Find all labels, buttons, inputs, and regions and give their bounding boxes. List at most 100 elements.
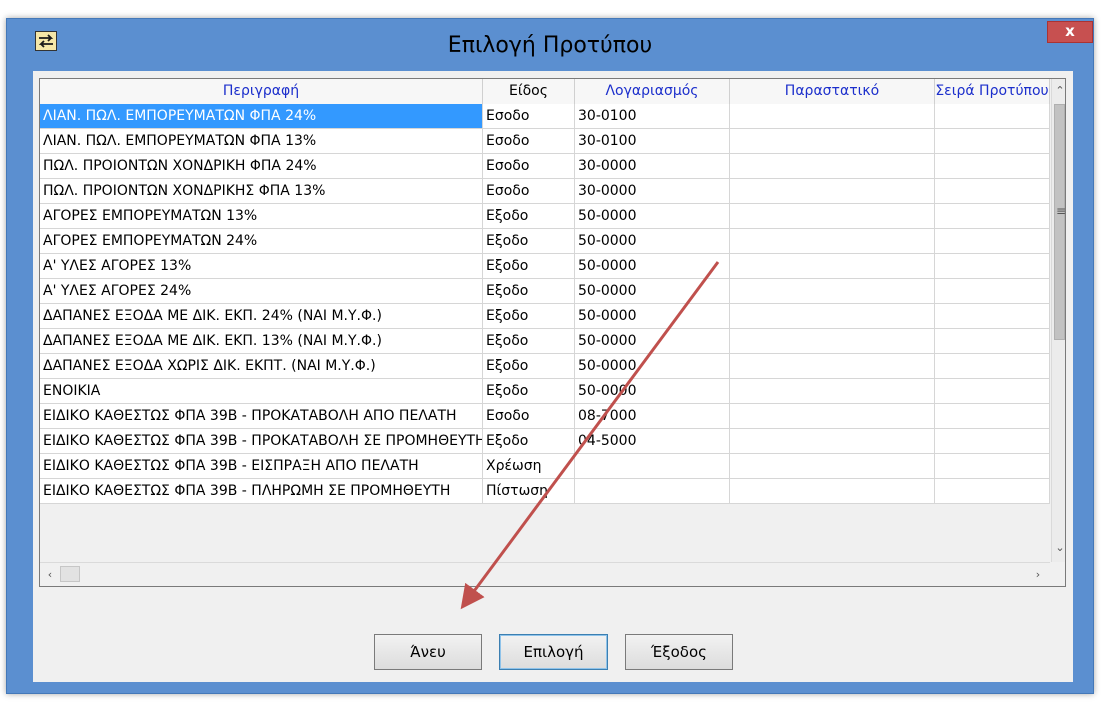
cell-account[interactable]: 30-0100	[575, 104, 730, 129]
cell-series[interactable]	[935, 229, 1050, 254]
cell-type[interactable]: Εξοδο	[483, 304, 575, 329]
cell-series[interactable]	[935, 379, 1050, 404]
cell-account[interactable]: 04-5000	[575, 429, 730, 454]
cell-account[interactable]: 50-0000	[575, 279, 730, 304]
cell-series[interactable]	[935, 304, 1050, 329]
table-row[interactable]: ΛΙΑΝ. ΠΩΛ. ΕΜΠΟΡΕΥΜΑΤΩΝ ΦΠΑ 13% Εσοδο 30-0…	[40, 129, 1050, 154]
cell-document[interactable]	[730, 279, 935, 304]
cell-account[interactable]: 50-0000	[575, 354, 730, 379]
cell-type[interactable]: Πίστωση	[483, 479, 575, 504]
cell-type[interactable]: Εσοδο	[483, 129, 575, 154]
cell-description[interactable]: ΔΑΠΑΝΕΣ ΕΞΟΔΑ ΜΕ ΔΙΚ. ΕΚΠ. 24% (ΝΑΙ Μ.Υ.…	[40, 304, 483, 329]
table-row[interactable]: ΕΝΟΙΚΙΑ Εξοδο 50-0000	[40, 379, 1050, 404]
cell-type[interactable]: Εξοδο	[483, 279, 575, 304]
cell-account[interactable]: 50-0000	[575, 254, 730, 279]
table-row[interactable]: ΠΩΛ. ΠΡΟΙΟΝΤΩΝ ΧΟΝΔΡΙΚΗΣ ΦΠΑ 13% Εσοδο 30-…	[40, 179, 1050, 204]
cell-description[interactable]: ΕΝΟΙΚΙΑ	[40, 379, 483, 404]
cell-type[interactable]: Εξοδο	[483, 229, 575, 254]
cell-account[interactable]	[575, 454, 730, 479]
cell-description[interactable]: ΑΓΟΡΕΣ ΕΜΠΟΡΕΥΜΑΤΩΝ 13%	[40, 204, 483, 229]
table-row[interactable]: ΕΙΔΙΚΟ ΚΑΘΕΣΤΩΣ ΦΠΑ 39Β - ΠΛΗΡΩΜΗ ΣΕ ΠΡΟ…	[40, 479, 1050, 504]
cell-type[interactable]: Εσοδο	[483, 404, 575, 429]
cell-document[interactable]	[730, 129, 935, 154]
templates-grid[interactable]: Περιγραφή Είδος Λογαριασμός Παραστατικό …	[39, 78, 1066, 587]
select-button[interactable]: Επιλογή	[499, 634, 608, 670]
cell-series[interactable]	[935, 329, 1050, 354]
cell-series[interactable]	[935, 279, 1050, 304]
cell-type[interactable]: Χρέωση	[483, 454, 575, 479]
cell-series[interactable]	[935, 404, 1050, 429]
cell-series[interactable]	[935, 254, 1050, 279]
cell-document[interactable]	[730, 404, 935, 429]
cell-description[interactable]: Α' ΥΛΕΣ ΑΓΟΡΕΣ 13%	[40, 254, 483, 279]
cell-account[interactable]: 50-0000	[575, 204, 730, 229]
cell-series[interactable]	[935, 179, 1050, 204]
table-row[interactable]: ΕΙΔΙΚΟ ΚΑΘΕΣΤΩΣ ΦΠΑ 39Β - ΠΡΟΚΑΤΑΒΟΛΗ ΣΕ…	[40, 429, 1050, 454]
cell-description[interactable]: ΔΑΠΑΝΕΣ ΕΞΟΔΑ ΧΩΡΙΣ ΔΙΚ. ΕΚΠΤ. (ΝΑΙ Μ.Υ.…	[40, 354, 483, 379]
table-row[interactable]: Α' ΥΛΕΣ ΑΓΟΡΕΣ 24% Εξοδο 50-0000	[40, 279, 1050, 304]
cell-document[interactable]	[730, 454, 935, 479]
cell-account[interactable]: 50-0000	[575, 229, 730, 254]
cell-document[interactable]	[730, 254, 935, 279]
cell-document[interactable]	[730, 329, 935, 354]
vertical-scroll-thumb[interactable]: ≡	[1054, 104, 1065, 340]
cell-series[interactable]	[935, 104, 1050, 129]
cell-description[interactable]: ΕΙΔΙΚΟ ΚΑΘΕΣΤΩΣ ΦΠΑ 39Β - ΠΡΟΚΑΤΑΒΟΛΗ ΣΕ…	[40, 429, 483, 454]
table-row[interactable]: Α' ΥΛΕΣ ΑΓΟΡΕΣ 13% Εξοδο 50-0000	[40, 254, 1050, 279]
cell-document[interactable]	[730, 479, 935, 504]
column-header-template-series[interactable]: Σειρά Προτύπου	[935, 79, 1050, 104]
cell-document[interactable]	[730, 204, 935, 229]
column-header-account[interactable]: Λογαριασμός	[575, 79, 730, 104]
cell-description[interactable]: ΛΙΑΝ. ΠΩΛ. ΕΜΠΟΡΕΥΜΑΤΩΝ ΦΠΑ 24%	[40, 104, 483, 129]
cell-account[interactable]: 30-0000	[575, 179, 730, 204]
column-header-type[interactable]: Είδος	[483, 79, 575, 104]
cell-series[interactable]	[935, 354, 1050, 379]
cell-series[interactable]	[935, 429, 1050, 454]
cell-account[interactable]	[575, 479, 730, 504]
cell-series[interactable]	[935, 204, 1050, 229]
table-row[interactable]: ΠΩΛ. ΠΡΟΙΟΝΤΩΝ ΧΟΝΔΡΙΚΗ ΦΠΑ 24% Εσοδο 30-0…	[40, 154, 1050, 179]
chevron-right-icon[interactable]: ›	[1030, 566, 1046, 584]
vertical-scrollbar[interactable]: ⌃ ≡ ⌄	[1051, 79, 1065, 562]
table-row[interactable]: ΛΙΑΝ. ΠΩΛ. ΕΜΠΟΡΕΥΜΑΤΩΝ ΦΠΑ 24% Εσοδο 30-0…	[40, 104, 1050, 129]
cell-type[interactable]: Εσοδο	[483, 104, 575, 129]
column-header-document[interactable]: Παραστατικό	[730, 79, 935, 104]
close-button[interactable]: x	[1047, 21, 1093, 43]
cell-series[interactable]	[935, 479, 1050, 504]
cell-document[interactable]	[730, 104, 935, 129]
chevron-left-icon[interactable]: ‹	[42, 566, 58, 584]
cell-document[interactable]	[730, 429, 935, 454]
cell-type[interactable]: Εξοδο	[483, 379, 575, 404]
none-button[interactable]: Άνευ	[374, 634, 482, 670]
cell-series[interactable]	[935, 129, 1050, 154]
cell-type[interactable]: Εξοδο	[483, 429, 575, 454]
table-row[interactable]: ΔΑΠΑΝΕΣ ΕΞΟΔΑ ΜΕ ΔΙΚ. ΕΚΠ. 13% (ΝΑΙ Μ.Υ.…	[40, 329, 1050, 354]
cell-account[interactable]: 50-0000	[575, 379, 730, 404]
cell-description[interactable]: ΑΓΟΡΕΣ ΕΜΠΟΡΕΥΜΑΤΩΝ 24%	[40, 229, 483, 254]
cell-type[interactable]: Εξοδο	[483, 354, 575, 379]
exit-button[interactable]: Έξοδος	[625, 634, 733, 670]
cell-description[interactable]: ΔΑΠΑΝΕΣ ΕΞΟΔΑ ΜΕ ΔΙΚ. ΕΚΠ. 13% (ΝΑΙ Μ.Υ.…	[40, 329, 483, 354]
cell-document[interactable]	[730, 229, 935, 254]
cell-type[interactable]: Εξοδο	[483, 204, 575, 229]
cell-description[interactable]: ΕΙΔΙΚΟ ΚΑΘΕΣΤΩΣ ΦΠΑ 39Β - ΠΡΟΚΑΤΑΒΟΛΗ ΑΠ…	[40, 404, 483, 429]
cell-description[interactable]: ΠΩΛ. ΠΡΟΙΟΝΤΩΝ ΧΟΝΔΡΙΚΗΣ ΦΠΑ 13%	[40, 179, 483, 204]
column-header-description[interactable]: Περιγραφή	[40, 79, 483, 104]
cell-account[interactable]: 30-0100	[575, 129, 730, 154]
table-row[interactable]: ΑΓΟΡΕΣ ΕΜΠΟΡΕΥΜΑΤΩΝ 13% Εξοδο 50-0000	[40, 204, 1050, 229]
cell-account[interactable]: 50-0000	[575, 304, 730, 329]
table-row[interactable]: ΕΙΔΙΚΟ ΚΑΘΕΣΤΩΣ ΦΠΑ 39Β - ΠΡΟΚΑΤΑΒΟΛΗ ΑΠ…	[40, 404, 1050, 429]
chevron-down-icon[interactable]: ⌄	[1052, 539, 1065, 557]
table-row[interactable]: ΕΙΔΙΚΟ ΚΑΘΕΣΤΩΣ ΦΠΑ 39Β - ΕΙΣΠΡΑΞΗ ΑΠΟ Π…	[40, 454, 1050, 479]
chevron-up-icon[interactable]: ⌃	[1052, 82, 1065, 100]
cell-description[interactable]: ΕΙΔΙΚΟ ΚΑΘΕΣΤΩΣ ΦΠΑ 39Β - ΠΛΗΡΩΜΗ ΣΕ ΠΡΟ…	[40, 479, 483, 504]
table-row[interactable]: ΔΑΠΑΝΕΣ ΕΞΟΔΑ ΜΕ ΔΙΚ. ΕΚΠ. 24% (ΝΑΙ Μ.Υ.…	[40, 304, 1050, 329]
cell-description[interactable]: ΕΙΔΙΚΟ ΚΑΘΕΣΤΩΣ ΦΠΑ 39Β - ΕΙΣΠΡΑΞΗ ΑΠΟ Π…	[40, 454, 483, 479]
cell-description[interactable]: ΠΩΛ. ΠΡΟΙΟΝΤΩΝ ΧΟΝΔΡΙΚΗ ΦΠΑ 24%	[40, 154, 483, 179]
cell-document[interactable]	[730, 304, 935, 329]
title-bar[interactable]: Επιλογή Προτύπου x	[7, 19, 1093, 71]
cell-type[interactable]: Εξοδο	[483, 254, 575, 279]
cell-type[interactable]: Εξοδο	[483, 329, 575, 354]
horizontal-scrollbar[interactable]: ‹ ›	[40, 562, 1050, 586]
cell-account[interactable]: 30-0000	[575, 154, 730, 179]
